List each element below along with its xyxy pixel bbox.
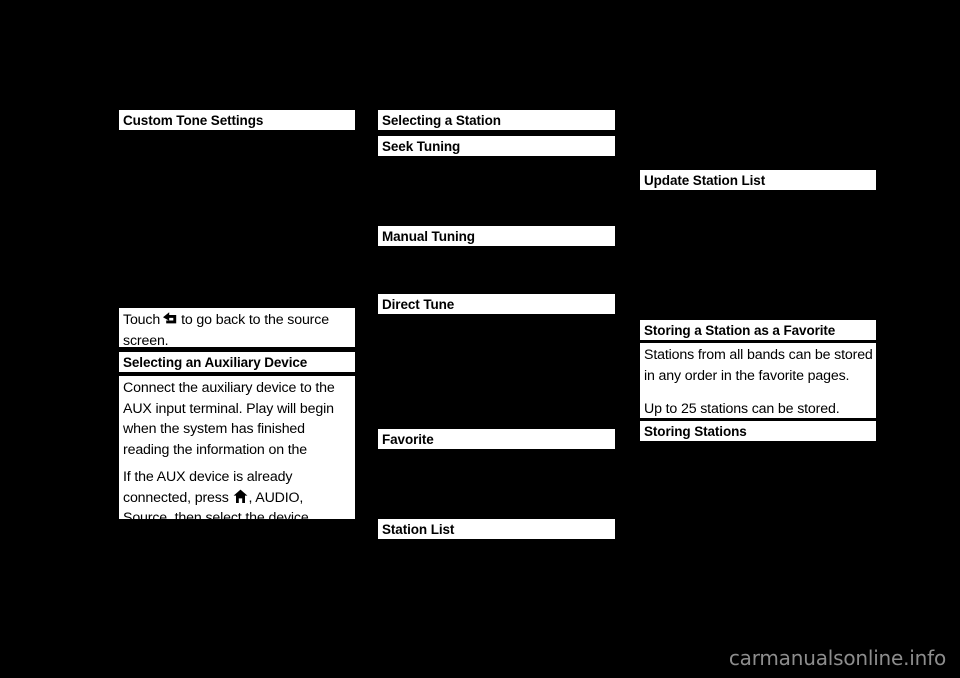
heading-storing-stations: Storing Stations — [640, 421, 876, 441]
heading-selecting-auxiliary-device: Selecting an Auxiliary Device — [119, 352, 355, 372]
return-arrow-icon — [161, 311, 180, 328]
heading-favorite: Favorite — [378, 429, 615, 449]
watermark-carmanualsonline: carmanualsonline.info — [728, 646, 946, 670]
heading-storing-a-station-as-a-favorite: Storing a Station as a Favorite — [640, 320, 876, 340]
paragraph-aux-already-connected: If the AUX device is already connected, … — [119, 464, 355, 526]
heading-seek-tuning: Seek Tuning — [378, 136, 615, 156]
heading-selecting-a-station: Selecting a Station — [378, 110, 615, 130]
paragraph-stations-from-all-bands: Stations from all bands can be stored in… — [640, 343, 876, 404]
heading-update-station-list: Update Station List — [640, 170, 876, 190]
heading-direct-tune: Direct Tune — [378, 294, 615, 314]
paragraph-connect-auxiliary-device: Connect the auxiliary device to the AUX … — [119, 376, 355, 478]
manual-page: Custom Tone Settings Touch to go back to … — [0, 0, 960, 678]
paragraph-touch-back-to-source: Touch to go back to the source screen. — [119, 308, 355, 349]
heading-custom-tone-settings: Custom Tone Settings — [119, 110, 355, 130]
touch-back-text-pre: Touch — [123, 312, 161, 328]
home-icon — [233, 489, 248, 504]
paragraph-up-to-25-stations: Up to 25 stations can be stored. — [640, 397, 876, 418]
heading-station-list: Station List — [378, 519, 615, 539]
heading-manual-tuning: Manual Tuning — [378, 226, 615, 246]
